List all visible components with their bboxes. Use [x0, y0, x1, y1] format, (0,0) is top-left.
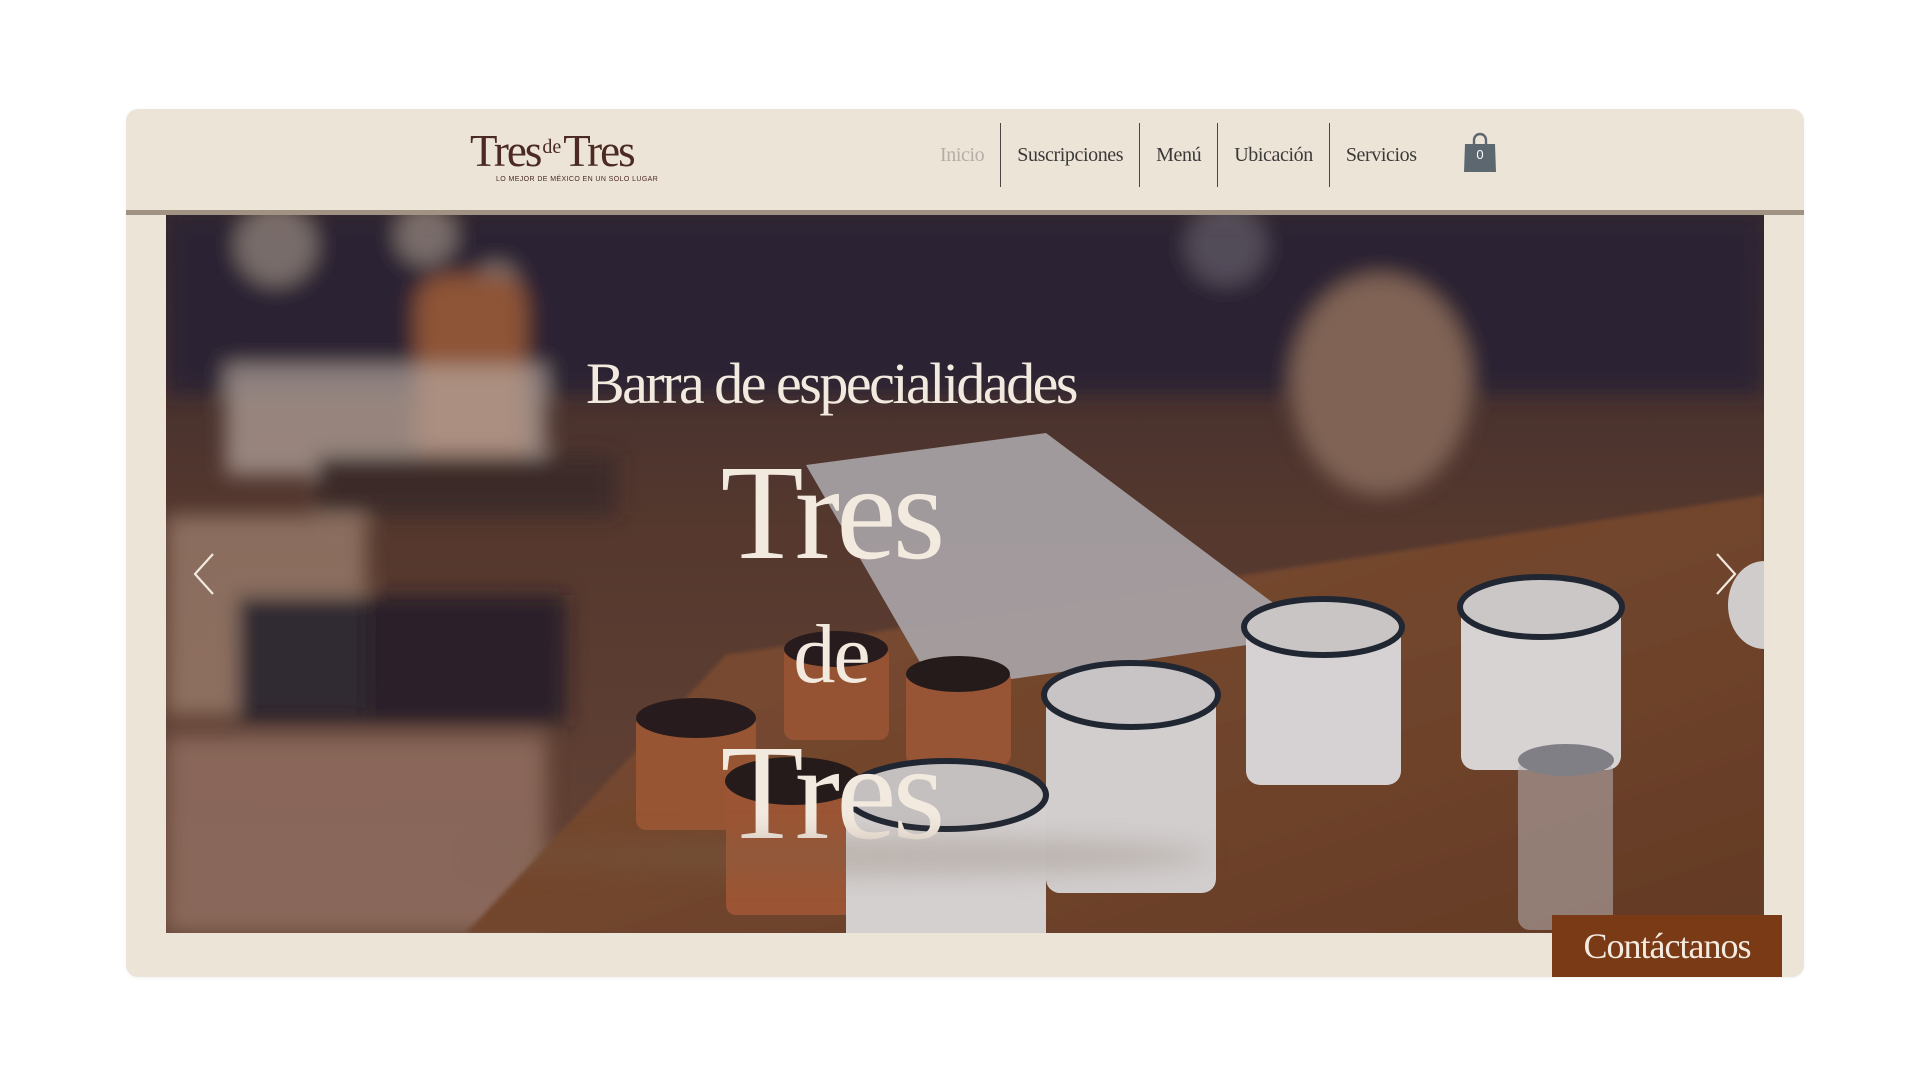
nav-item-ubicacion[interactable]: Ubicación [1218, 123, 1329, 187]
chevron-right-icon [1716, 553, 1737, 595]
nav-item-suscripciones[interactable]: Suscripciones [1001, 123, 1139, 187]
hero-headline: Barra de especialidades [586, 351, 1079, 416]
nav-item-servicios[interactable]: Servicios [1330, 123, 1433, 187]
main-nav: Inicio Suscripciones Menú Ubicación Serv… [924, 123, 1433, 187]
brand-logo[interactable]: Tres deTres LO MEJOR DE MÉXICO EN UN SOLO… [470, 129, 660, 191]
hero-slideshow: Barra de especialidades Tres de Tres [166, 215, 1764, 933]
cart-count: 0 [1476, 147, 1484, 162]
logo-word-tres: Tres [470, 126, 542, 176]
nav-item-inicio[interactable]: Inicio [924, 123, 1000, 187]
hero-word-de: de [793, 608, 870, 701]
logo-wordmark: Tres deTres [470, 126, 636, 176]
nav-item-menu[interactable]: Menú [1140, 123, 1217, 187]
logo-word-de: de [542, 136, 562, 158]
contact-button[interactable]: Contáctanos [1552, 915, 1782, 977]
cart-button[interactable]: 0 [1463, 131, 1497, 173]
slideshow-prev-button[interactable] [184, 549, 224, 599]
logo-word-tres-2: Tres [563, 126, 635, 176]
hero-word-tres: Tres [720, 438, 946, 588]
chevron-left-icon [193, 553, 214, 595]
hero-drop-shadow [470, 836, 1210, 876]
logo-tagline: LO MEJOR DE MÉXICO EN UN SOLO LUGAR [496, 176, 659, 183]
slideshow-next-button[interactable] [1706, 549, 1746, 599]
site-header: Tres deTres LO MEJOR DE MÉXICO EN UN SOLO… [126, 109, 1804, 211]
